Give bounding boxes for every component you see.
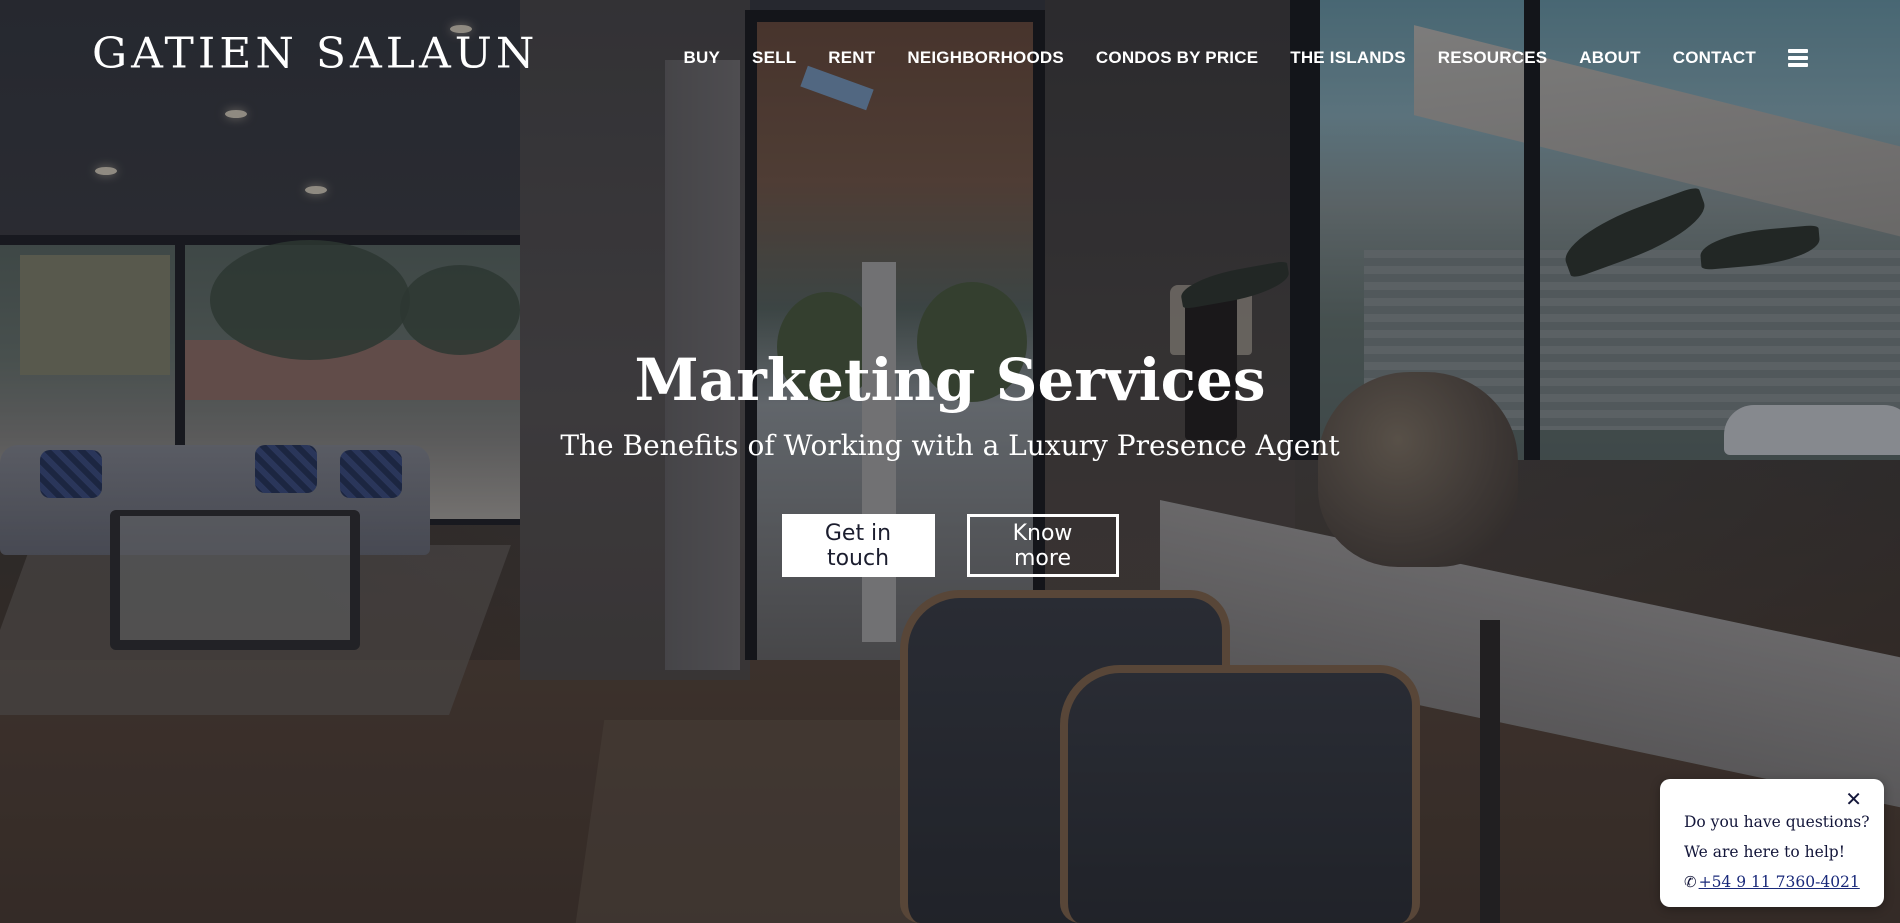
close-icon[interactable]: ✕ xyxy=(1845,789,1862,809)
nav-item-buy[interactable]: BUY xyxy=(684,48,721,68)
nav-item-resources[interactable]: RESOURCES xyxy=(1438,48,1548,68)
phone-link[interactable]: ✆ +54 9 11 7360-4021 xyxy=(1684,867,1884,897)
hero-subtitle: The Benefits of Working with a Luxury Pr… xyxy=(560,429,1340,462)
know-more-button[interactable]: Know more xyxy=(966,514,1119,577)
hero-content: Marketing Services The Benefits of Worki… xyxy=(0,340,1900,577)
hero-buttons: Get in touch Know more xyxy=(0,514,1900,577)
get-in-touch-button[interactable]: Get in touch xyxy=(781,514,935,577)
nav-item-the-islands[interactable]: THE ISLANDS xyxy=(1290,48,1406,68)
chat-help-text: We are here to help! xyxy=(1684,843,1845,861)
hero-title: Marketing Services xyxy=(634,346,1266,414)
main-nav: BUY SELL RENT NEIGHBORHOODS CONDOS BY PR… xyxy=(684,48,1808,68)
nav-item-sell[interactable]: SELL xyxy=(752,48,796,68)
hero-section: GATIEN SALAUN BUY SELL RENT NEIGHBORHOOD… xyxy=(0,0,1900,923)
site-logo[interactable]: GATIEN SALAUN xyxy=(92,33,538,75)
hamburger-menu-icon[interactable] xyxy=(1788,49,1808,67)
nav-item-rent[interactable]: RENT xyxy=(828,48,875,68)
nav-item-contact[interactable]: CONTACT xyxy=(1673,48,1756,68)
menu-icon-bar xyxy=(1788,49,1808,53)
menu-icon-bar xyxy=(1788,56,1808,60)
nav-item-neighborhoods[interactable]: NEIGHBORHOODS xyxy=(907,48,1064,68)
chat-question-text: Do you have questions? xyxy=(1684,813,1870,831)
phone-number: +54 9 11 7360-4021 xyxy=(1698,873,1860,891)
site-header: GATIEN SALAUN BUY SELL RENT NEIGHBORHOOD… xyxy=(0,0,1900,120)
menu-icon-bar xyxy=(1788,63,1808,67)
nav-item-condos-by-price[interactable]: CONDOS BY PRICE xyxy=(1096,48,1258,68)
help-chat-popup: ✕ Do you have questions? We are here to … xyxy=(1660,779,1884,907)
phone-icon: ✆ xyxy=(1684,873,1697,891)
nav-item-about[interactable]: ABOUT xyxy=(1579,48,1640,68)
